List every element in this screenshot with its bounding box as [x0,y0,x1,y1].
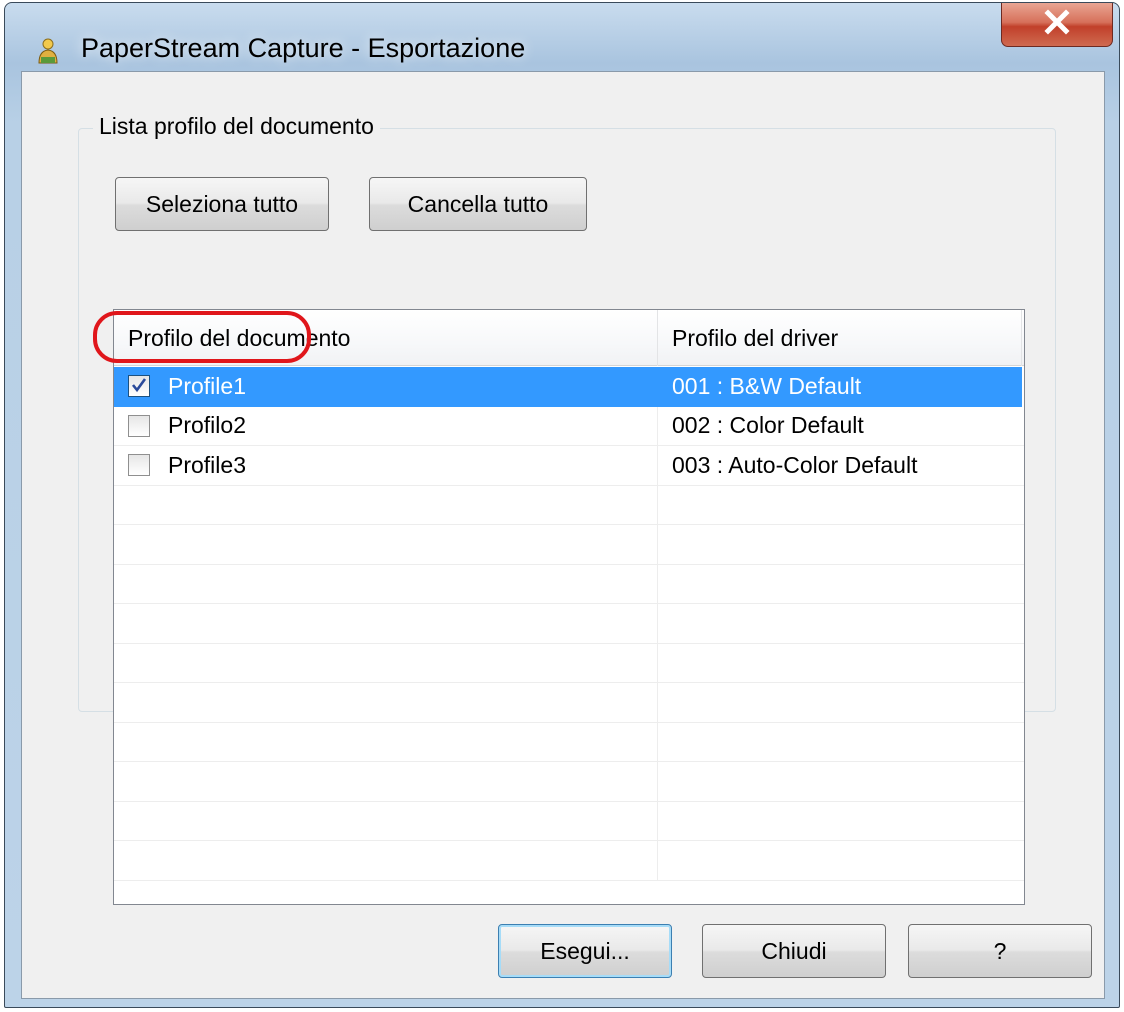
empty-rows [114,485,1024,881]
empty-cell [114,801,658,840]
empty-cell [658,525,1024,564]
list-rows: Profile1 001 : B&W Default Profilo2 002 … [114,367,1024,904]
empty-cell [114,643,658,682]
document-profile-name: Profile3 [168,451,246,478]
document-profile-cell: Profilo2 [114,406,658,445]
empty-cell [658,802,1024,841]
empty-cell [114,841,658,880]
title-bar[interactable]: PaperStream Capture - Esportazione [5,3,1119,73]
empty-cell [658,604,1024,643]
list-row[interactable]: Profile1 001 : B&W Default [114,367,1022,407]
row-checkbox[interactable] [128,454,150,477]
empty-cell [658,723,1024,762]
empty-cell [658,644,1024,683]
column-header-driver-profile[interactable]: Profilo del driver [658,310,1022,366]
empty-list-row [114,801,1024,841]
dialog-client-area: Lista profilo del documento Seleziona tu… [21,71,1105,999]
document-profile-name: Profilo2 [168,412,246,439]
empty-list-row [114,525,1024,565]
empty-cell [658,841,1024,880]
document-profile-cell: Profile3 [114,446,658,485]
empty-cell [658,486,1024,525]
groupbox-label: Lista profilo del documento [93,113,380,140]
close-button[interactable]: Chiudi [702,924,886,978]
window-title: PaperStream Capture - Esportazione [81,33,526,63]
empty-cell [114,604,658,643]
empty-cell [658,683,1024,722]
row-checkbox[interactable] [128,373,150,400]
empty-cell [114,683,658,722]
list-header: Profilo del documento Profilo del driver [114,310,1024,366]
row-checkbox[interactable] [128,414,150,437]
column-header-document-profile[interactable]: Profilo del documento [114,310,658,366]
empty-cell [114,485,658,524]
driver-profile-name: 003 : Auto-Color Default [672,451,918,478]
driver-profile-name: 002 : Color Default [672,412,864,439]
empty-cell [114,525,658,564]
document-profile-name: Profile1 [168,372,246,399]
document-profile-cell: Profile1 [114,367,658,406]
empty-list-row [114,841,1024,881]
help-button[interactable]: ? [908,924,1092,978]
empty-list-row [114,722,1024,762]
document-profile-groupbox: Lista profilo del documento Seleziona tu… [78,113,1056,905]
run-button[interactable]: Esegui... [498,924,672,978]
close-icon [1040,8,1074,41]
select-all-button[interactable]: Seleziona tutto [115,177,329,231]
list-row[interactable]: Profile3 003 : Auto-Color Default [114,446,1024,486]
empty-list-row [114,683,1024,723]
export-dialog-window: PaperStream Capture - Esportazione Lista… [4,2,1120,1008]
clear-all-button[interactable]: Cancella tutto [369,177,587,231]
empty-cell [658,762,1024,801]
empty-list-row [114,485,1024,525]
empty-cell [658,565,1024,604]
empty-list-row [114,564,1024,604]
list-row[interactable]: Profilo2 002 : Color Default [114,406,1024,446]
profile-list[interactable]: Profilo del documento Profilo del driver… [113,309,1025,905]
empty-list-row [114,604,1024,644]
checkmark-icon [130,373,148,400]
paperstream-app-icon [35,37,61,67]
empty-list-row [114,643,1024,683]
empty-cell [114,762,658,801]
driver-profile-name: 001 : B&W Default [672,372,862,399]
empty-list-row [114,762,1024,802]
empty-cell [114,722,658,761]
empty-cell [114,564,658,603]
close-window-button[interactable] [1001,3,1113,47]
